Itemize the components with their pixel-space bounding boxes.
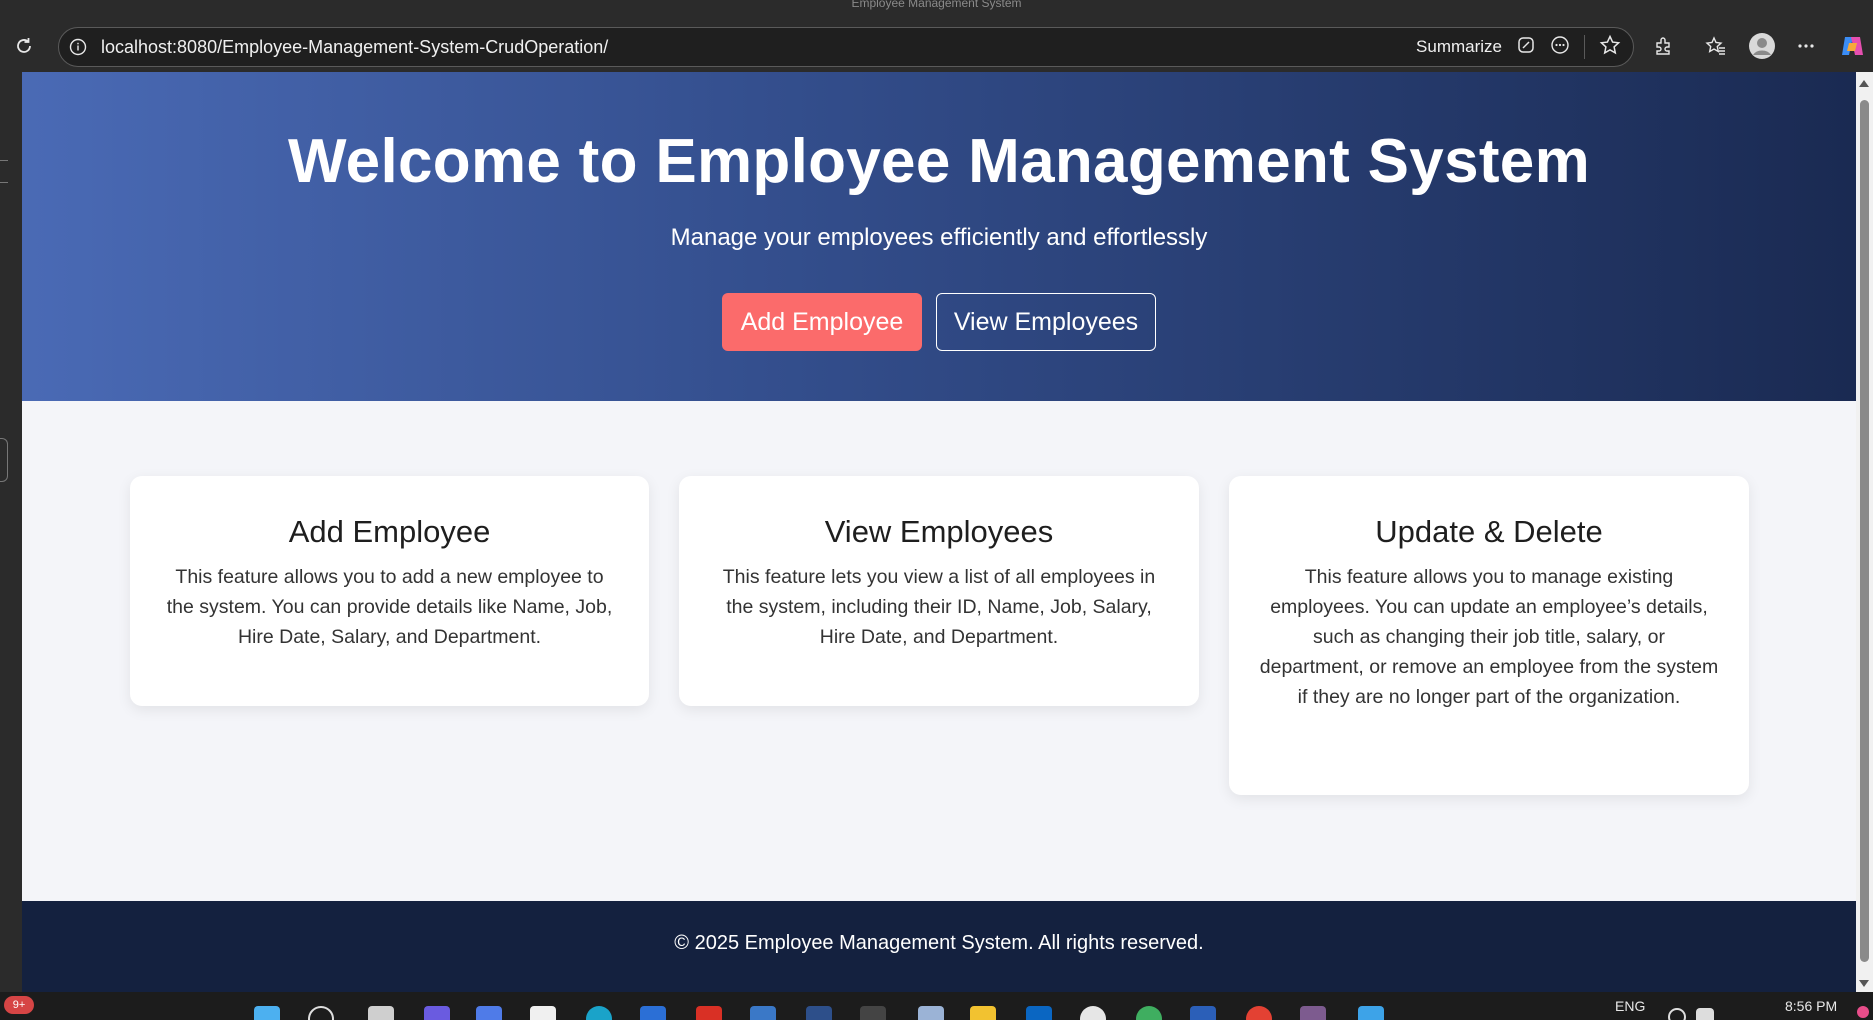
hero-banner: Welcome to Employee Management System Ma…: [22, 72, 1856, 401]
feature-card-description: This feature lets you view a list of all…: [722, 566, 1156, 648]
notification-badge[interactable]: 9+: [4, 996, 34, 1014]
wifi-icon[interactable]: [1668, 1008, 1686, 1020]
feature-card-title: Add Employee: [288, 514, 491, 549]
terminal-icon[interactable]: [860, 1006, 886, 1020]
edge-marker: [0, 182, 8, 183]
page-footer: © 2025 Employee Management System. All r…: [22, 901, 1856, 992]
settings-more-icon[interactable]: [1790, 30, 1822, 62]
app-window-icon[interactable]: [750, 1006, 776, 1020]
site-info-icon[interactable]: [67, 36, 89, 58]
globe-app-icon[interactable]: [1136, 1006, 1162, 1020]
vscode-icon[interactable]: [640, 1006, 666, 1020]
view-employees-button[interactable]: View Employees: [936, 293, 1156, 351]
search-icon[interactable]: [308, 1006, 334, 1020]
refresh-icon[interactable]: [8, 30, 40, 62]
extensions-icon[interactable]: [1648, 30, 1680, 62]
footer-copyright: © 2025 Employee Management System. All r…: [674, 932, 1204, 954]
browser-toolbar: localhost:8080/Employee-Management-Syste…: [0, 20, 1873, 72]
volume-icon[interactable]: [1696, 1008, 1714, 1020]
chatgpt-icon[interactable]: [1080, 1006, 1106, 1020]
teams-icon[interactable]: [476, 1006, 502, 1020]
app-store-icon[interactable]: [1300, 1006, 1326, 1020]
database-icon[interactable]: [918, 1006, 944, 1020]
chrome-icon[interactable]: [1246, 1006, 1272, 1020]
window-title: Employee Management System: [851, 0, 1022, 10]
start-menu-icon[interactable]: [254, 1006, 280, 1020]
favorite-star-icon[interactable]: [1599, 34, 1621, 61]
hero-subtitle: Manage your employees efficiently and ef…: [670, 224, 1208, 251]
feature-card-update-delete: Update & Delete This feature allows you …: [1229, 476, 1749, 795]
summarize-button[interactable]: Summarize: [1416, 37, 1502, 57]
edge-marker: [0, 160, 8, 161]
app-monitor-icon[interactable]: [806, 1006, 832, 1020]
file-explorer-icon[interactable]: [970, 1006, 996, 1020]
notepad-icon[interactable]: [1358, 1006, 1384, 1020]
page-title: Welcome to Employee Management System: [287, 127, 1591, 196]
calendar-app-icon[interactable]: [530, 1006, 556, 1020]
page-viewport: Welcome to Employee Management System Ma…: [22, 72, 1856, 992]
vertical-scrollbar[interactable]: [1856, 72, 1873, 992]
feature-card-title: View Employees: [824, 514, 1054, 549]
profile-avatar-icon[interactable]: [1746, 30, 1778, 62]
gmail-icon[interactable]: [696, 1006, 722, 1020]
copilot-icon[interactable]: [1836, 30, 1868, 62]
copilot-app-icon[interactable]: [424, 1006, 450, 1020]
clock-time[interactable]: 8:56 PM: [1785, 998, 1837, 1014]
feature-card-add-employee: Add Employee This feature allows you to …: [130, 476, 649, 706]
language-indicator[interactable]: ENG: [1615, 998, 1645, 1014]
sidebar-handle[interactable]: [0, 438, 8, 482]
feature-card-description: This feature allows you to add a new emp…: [166, 566, 613, 648]
notification-dot-icon[interactable]: [1857, 1006, 1869, 1018]
scroll-up-arrow-icon[interactable]: [1859, 80, 1869, 87]
toolbar-divider: [1584, 35, 1585, 59]
favorites-icon[interactable]: [1700, 30, 1732, 62]
scrollbar-thumb[interactable]: [1860, 100, 1869, 962]
feature-card-title: Update & Delete: [1375, 514, 1603, 549]
feature-card-description: This feature allows you to manage existi…: [1259, 566, 1719, 708]
address-bar[interactable]: localhost:8080/Employee-Management-Syste…: [58, 27, 1634, 67]
scroll-down-arrow-icon[interactable]: [1859, 980, 1869, 987]
task-view-icon[interactable]: [368, 1006, 394, 1020]
copilot-summarize-icon[interactable]: [1516, 35, 1536, 60]
feature-card-view-employees: View Employees This feature lets you vie…: [679, 476, 1199, 706]
left-window-edge: [0, 72, 22, 992]
word-icon[interactable]: [1190, 1006, 1216, 1020]
edge-browser-icon[interactable]: [586, 1006, 612, 1020]
url-text[interactable]: localhost:8080/Employee-Management-Syste…: [101, 37, 1416, 58]
more-options-circle-icon[interactable]: [1550, 35, 1570, 60]
linkedin-icon[interactable]: [1026, 1006, 1052, 1020]
os-taskbar: 9+ ENG 8:56 PM: [0, 992, 1873, 1020]
add-employee-button[interactable]: Add Employee: [722, 293, 922, 351]
